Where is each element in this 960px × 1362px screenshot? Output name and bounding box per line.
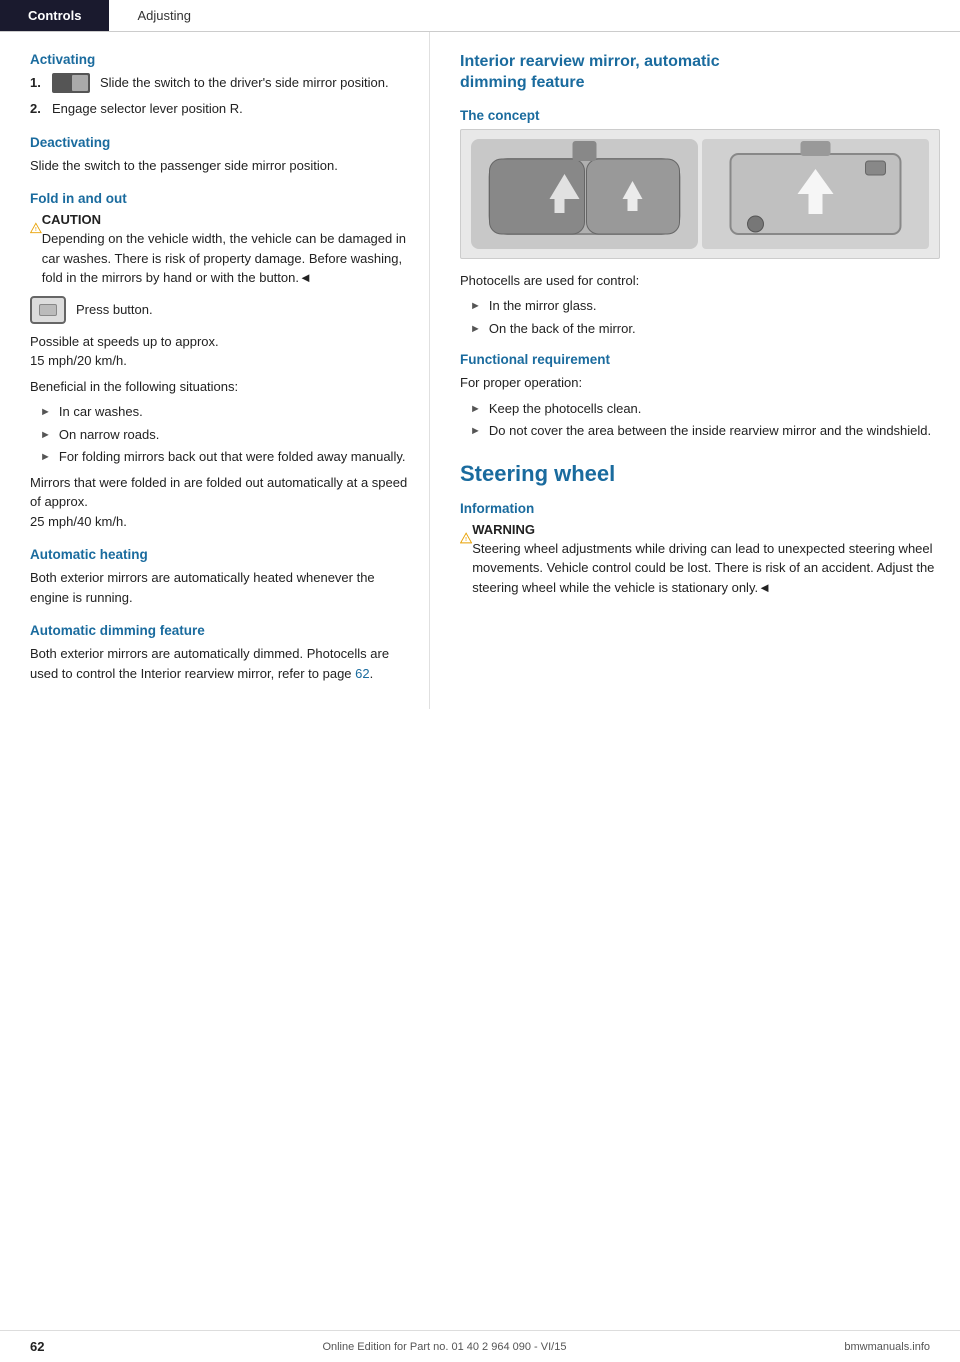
photocell-bullet-1: ► In the mirror glass. [470,296,940,316]
steering-wheel-heading: Steering wheel [460,461,940,487]
warning-text: Steering wheel adjustments while driving… [472,539,940,598]
photocell-text-1: In the mirror glass. [489,296,597,316]
mirror-image-right [702,139,929,249]
bullet-arrow-2: ► [40,427,51,444]
caution-icon: ! [30,212,42,244]
photocell-arrow-1: ► [470,298,481,315]
caution-content: CAUTION Depending on the vehicle width, … [42,212,409,288]
caution-title: CAUTION [42,212,409,227]
bullet-text-1: In car washes. [59,402,143,422]
photocell-bullet-2: ► On the back of the mirror. [470,319,940,339]
bullet-text-2: On narrow roads. [59,425,159,445]
mirror-svg-left [471,139,698,249]
press-button-label: Press button. [76,302,153,317]
warning-box: ! WARNING Steering wheel adjustments whi… [460,522,940,598]
functional-bullet-1: ► Keep the photocells clean. [470,399,940,419]
warning-icon: ! [460,522,472,554]
step-2: 2. Engage selector lever position R. [30,99,409,119]
photocell-arrow-2: ► [470,321,481,338]
bullet-text-3: For folding mirrors back out that were f… [59,447,406,467]
fold-heading: Fold in and out [30,191,409,206]
mirrors-folded-text: Mirrors that were folded in are folded o… [30,473,409,532]
footer: 62 Online Edition for Part no. 01 40 2 9… [0,1330,960,1362]
bullet-item-2: ► On narrow roads. [40,425,409,445]
bullet-arrow-1: ► [40,404,51,421]
footer-text: Online Edition for Part no. 01 40 2 964 … [322,1341,566,1353]
interior-mirror-heading: Interior rearview mirror, automatic dimm… [460,52,940,94]
functional-text-1: Keep the photocells clean. [489,399,642,419]
step-1-text: Slide the switch to the driver's side mi… [100,73,389,93]
main-content: Activating 1. Slide the switch to the dr… [0,32,960,709]
deactivating-heading: Deactivating [30,135,409,150]
automatic-dimming-text: Both exterior mirrors are automatically … [30,644,409,683]
functional-text-2: Do not cover the area between the inside… [489,421,931,441]
mirror-image-left [471,139,698,249]
automatic-heating-heading: Automatic heating [30,547,409,562]
functional-arrow-1: ► [470,401,481,418]
tab-adjusting[interactable]: Adjusting [109,0,218,31]
svg-text:!: ! [35,227,37,233]
functional-list: ► Keep the photocells clean. ► Do not co… [470,399,940,441]
bullet-item-1: ► In car washes. [40,402,409,422]
photocells-list: ► In the mirror glass. ► On the back of … [470,296,940,338]
functional-text: For proper operation: [460,373,940,393]
automatic-dimming-heading: Automatic dimming feature [30,623,409,638]
auto-dimming-link[interactable]: 62 [355,666,369,681]
functional-heading: Functional requirement [460,352,940,367]
switch-icon [52,73,90,93]
bullet-arrow-3: ► [40,449,51,466]
step-2-number: 2. [30,99,48,119]
concept-heading: The concept [460,108,940,123]
warning-title: WARNING [472,522,940,537]
press-button-row: Press button. [30,296,409,324]
automatic-heating-text: Both exterior mirrors are automatically … [30,568,409,607]
step-1-number: 1. [30,73,48,93]
page-number: 62 [30,1339,44,1354]
information-heading: Information [460,501,940,516]
step-2-text: Engage selector lever position R. [52,99,243,119]
caution-text: Depending on the vehicle width, the vehi… [42,229,409,288]
photocells-text: Photocells are used for control: [460,271,940,291]
bullet-item-3: ► For folding mirrors back out that were… [40,447,409,467]
button-icon-inner [39,304,57,316]
auto-dimming-text-main: Both exterior mirrors are automatically … [30,646,389,681]
photocell-text-2: On the back of the mirror. [489,319,636,339]
press-button-icon [30,296,66,324]
beneficial-text: Beneficial in the following situations: [30,377,409,397]
footer-site: bmwmanuals.info [844,1341,930,1353]
svg-text:!: ! [465,537,467,543]
mirror-svg-right [702,139,929,249]
auto-dimming-end: . [370,666,374,681]
speeds-text: Possible at speeds up to approx. 15 mph/… [30,332,409,371]
caution-box: ! CAUTION Depending on the vehicle width… [30,212,409,288]
activating-heading: Activating [30,52,409,67]
warning-content: WARNING Steering wheel adjustments while… [472,522,940,598]
mirror-image-area [460,129,940,259]
deactivating-text: Slide the switch to the passenger side m… [30,156,409,176]
right-column: Interior rearview mirror, automatic dimm… [430,32,960,709]
step-1: 1. Slide the switch to the driver's side… [30,73,409,93]
beneficial-list: ► In car washes. ► On narrow roads. ► Fo… [40,402,409,467]
left-column: Activating 1. Slide the switch to the dr… [0,32,430,709]
tab-controls[interactable]: Controls [0,0,109,31]
functional-bullet-2: ► Do not cover the area between the insi… [470,421,940,441]
header-tabs: Controls Adjusting [0,0,960,32]
functional-arrow-2: ► [470,423,481,440]
